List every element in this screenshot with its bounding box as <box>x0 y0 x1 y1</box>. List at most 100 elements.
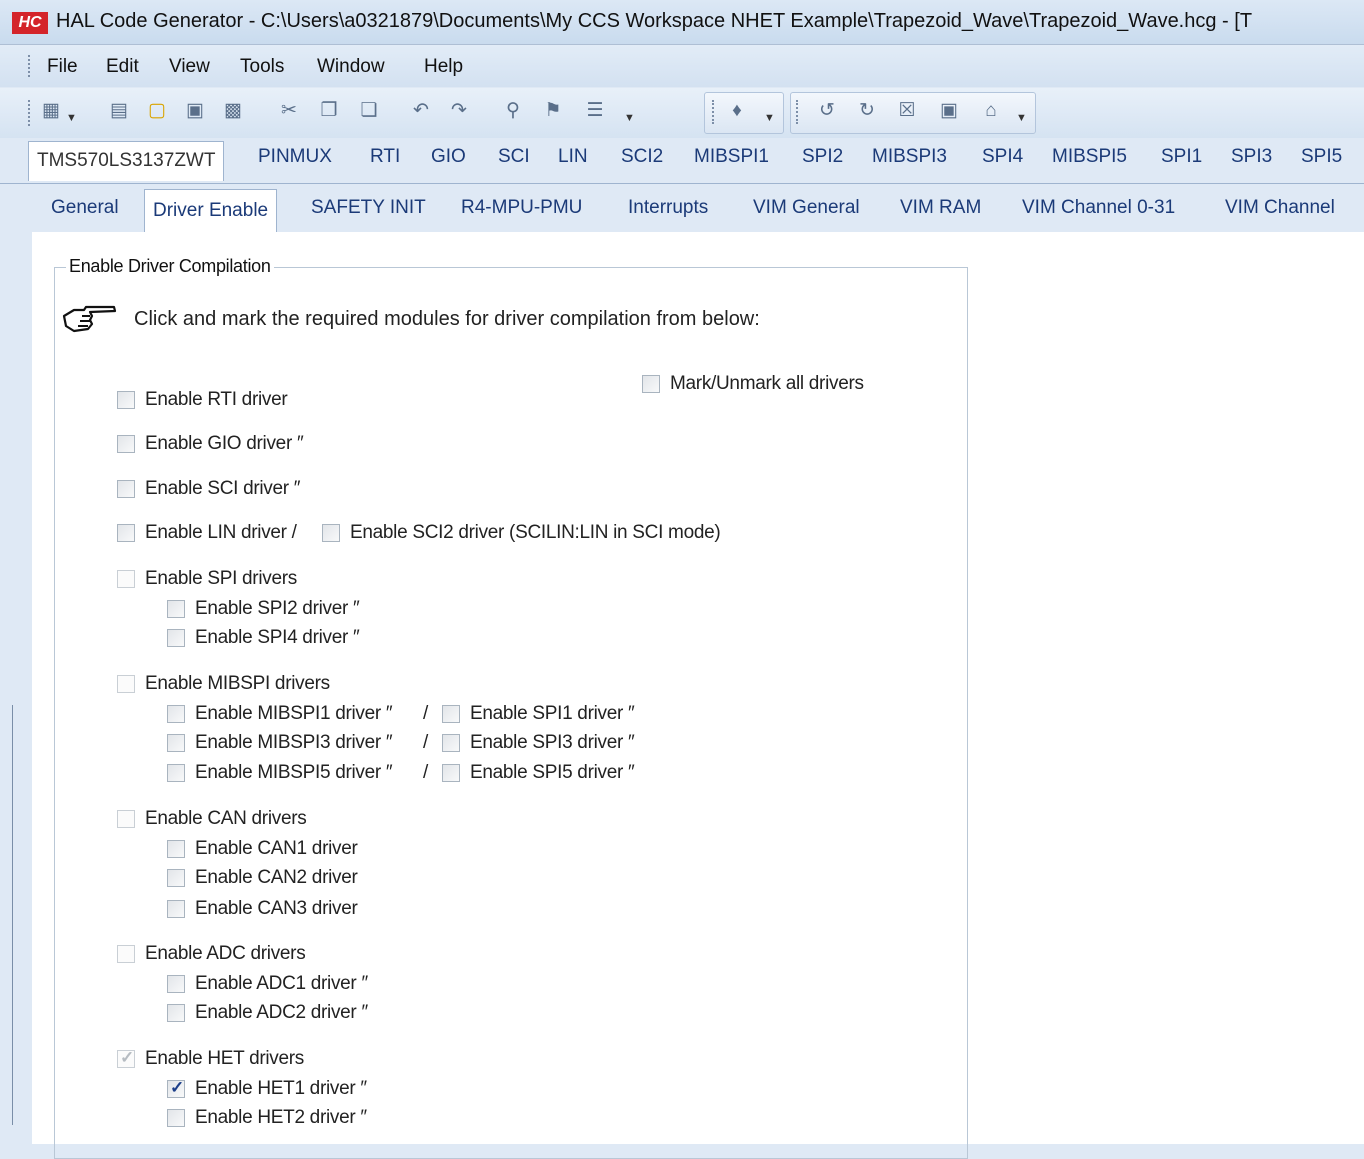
group-legend: Enable Driver Compilation <box>66 256 274 277</box>
lin-checkbox[interactable] <box>117 524 135 542</box>
spi-group-checkbox[interactable] <box>117 570 135 588</box>
het-group-checkbox[interactable] <box>117 1048 135 1068</box>
toolbar-grip-3-icon[interactable] <box>796 100 802 124</box>
mibspi5-checkbox[interactable] <box>167 764 185 782</box>
rail-divider <box>12 705 13 1125</box>
menu-view[interactable]: View <box>169 56 210 78</box>
toolbar-dropdown-3-icon[interactable]: ▼ <box>1016 112 1027 124</box>
undo-icon[interactable]: ↶ <box>410 100 432 122</box>
tab-driver-enable[interactable]: Driver Enable <box>144 189 278 233</box>
can1-checkbox[interactable] <box>167 840 185 858</box>
menu-tools[interactable]: Tools <box>240 56 284 78</box>
close-doc-icon[interactable]: ☒ <box>896 100 918 122</box>
het1-checkbox[interactable] <box>167 1078 185 1098</box>
lin-label: Enable LIN driver / <box>145 522 297 543</box>
adc1-checkbox[interactable] <box>167 975 185 993</box>
tab-vim-channel[interactable]: VIM Channel <box>1225 197 1335 219</box>
spi4-checkbox[interactable] <box>167 629 185 647</box>
menu-grip-icon[interactable] <box>28 55 34 77</box>
menu-window[interactable]: Window <box>317 56 385 78</box>
tab-spi4[interactable]: SPI4 <box>982 146 1023 168</box>
spi2-checkbox[interactable] <box>167 600 185 618</box>
mibspi1-checkbox[interactable] <box>167 705 185 723</box>
tab-tms570ls3137zwt[interactable]: TMS570LS3137ZWT <box>28 141 225 181</box>
tab-sci[interactable]: SCI <box>498 146 530 168</box>
mibspi3-checkbox[interactable] <box>167 734 185 752</box>
het2-checkbox[interactable] <box>167 1109 185 1127</box>
device-tab-strip: TMS570LS3137ZWT PINMUX RTI GIO SCI LIN S… <box>0 138 1364 184</box>
tab-vim-general[interactable]: VIM General <box>753 197 860 219</box>
toolbar-grip-icon[interactable] <box>28 100 34 126</box>
rti-checkbox[interactable] <box>117 391 135 409</box>
refresh-icon[interactable]: ▣ <box>938 100 960 122</box>
new-dropdown-icon[interactable]: ▼ <box>66 112 77 124</box>
copy-icon[interactable]: ❐ <box>318 100 340 122</box>
tab-r4-mpu-pmu[interactable]: R4-MPU-PMU <box>461 197 582 219</box>
gio-checkbox[interactable] <box>117 435 135 453</box>
window-title: HAL Code Generator - C:\Users\a0321879\D… <box>56 10 1253 32</box>
sci2-checkbox[interactable] <box>322 524 340 542</box>
tab-pinmux[interactable]: PINMUX <box>258 146 332 168</box>
rti-label: Enable RTI driver <box>145 389 288 410</box>
instruction-text: Click and mark the required modules for … <box>134 308 760 330</box>
spi-group-label: Enable SPI drivers <box>145 568 297 589</box>
menu-help[interactable]: Help <box>424 56 463 78</box>
find-icon[interactable]: ⚲ <box>502 100 524 122</box>
toolbar-grip-2-icon[interactable] <box>712 100 718 124</box>
tab-spi5[interactable]: SPI5 <box>1301 146 1342 168</box>
tab-vim-ram[interactable]: VIM RAM <box>900 197 981 219</box>
forward-icon[interactable]: ↻ <box>856 100 878 122</box>
spi2-label: Enable SPI2 driver ″ <box>195 598 360 619</box>
spi5-checkbox[interactable] <box>442 764 460 782</box>
can3-label: Enable CAN3 driver <box>195 898 358 919</box>
redo-icon[interactable]: ↷ <box>448 100 470 122</box>
mibspi-group-label: Enable MIBSPI drivers <box>145 673 330 694</box>
properties-icon[interactable]: ☰ <box>584 100 606 122</box>
sci-checkbox[interactable] <box>117 480 135 498</box>
adc1-label: Enable ADC1 driver ″ <box>195 973 368 994</box>
menu-file[interactable]: File <box>47 56 78 78</box>
menu-edit[interactable]: Edit <box>106 56 139 78</box>
can1-label: Enable CAN1 driver <box>195 838 358 859</box>
tab-mibspi1[interactable]: MIBSPI1 <box>694 146 769 168</box>
new-project-icon[interactable]: ▦ <box>40 100 62 122</box>
sub-tab-strip: General Driver Enable SAFETY INIT R4-MPU… <box>32 185 1364 233</box>
toolbar-dropdown-2-icon[interactable]: ▼ <box>764 112 775 124</box>
tab-general[interactable]: General <box>51 197 119 219</box>
new-file-icon[interactable]: ▤ <box>108 100 130 122</box>
can-group-checkbox[interactable] <box>117 810 135 828</box>
home-icon[interactable]: ⌂ <box>980 100 1002 122</box>
tab-gio[interactable]: GIO <box>431 146 466 168</box>
tab-spi1[interactable]: SPI1 <box>1161 146 1202 168</box>
replace-icon[interactable]: ⚑ <box>542 100 564 122</box>
spi1-checkbox[interactable] <box>442 705 460 723</box>
tab-spi3[interactable]: SPI3 <box>1231 146 1272 168</box>
spi4-label: Enable SPI4 driver ″ <box>195 627 360 648</box>
tab-mibspi5[interactable]: MIBSPI5 <box>1052 146 1127 168</box>
mark-all-checkbox[interactable] <box>642 375 660 393</box>
mibspi-group-checkbox[interactable] <box>117 675 135 693</box>
tab-sci2[interactable]: SCI2 <box>621 146 663 168</box>
can3-checkbox[interactable] <box>167 900 185 918</box>
adc-group-checkbox[interactable] <box>117 945 135 963</box>
paste-icon[interactable]: ❏ <box>358 100 380 122</box>
tab-lin[interactable]: LIN <box>558 146 588 168</box>
adc2-checkbox[interactable] <box>167 1004 185 1022</box>
tab-spi2[interactable]: SPI2 <box>802 146 843 168</box>
tab-rti[interactable]: RTI <box>370 146 400 168</box>
left-rail <box>0 185 32 1144</box>
spi3-checkbox[interactable] <box>442 734 460 752</box>
can2-checkbox[interactable] <box>167 869 185 887</box>
tab-safety-init[interactable]: SAFETY INIT <box>311 197 426 219</box>
open-folder-icon[interactable]: ▢ <box>146 100 168 122</box>
spi3-label: Enable SPI3 driver ″ <box>470 732 635 753</box>
save-all-icon[interactable]: ▩ <box>222 100 244 122</box>
toolbar-dropdown-1-icon[interactable]: ▼ <box>624 112 635 124</box>
tab-vim-channel-0-31[interactable]: VIM Channel 0-31 <box>1022 197 1175 219</box>
tab-interrupts[interactable]: Interrupts <box>628 197 708 219</box>
tab-mibspi3[interactable]: MIBSPI3 <box>872 146 947 168</box>
generate-code-icon[interactable]: ♦ <box>726 100 748 122</box>
back-icon[interactable]: ↺ <box>816 100 838 122</box>
cut-icon[interactable]: ✂ <box>278 100 300 122</box>
save-icon[interactable]: ▣ <box>184 100 206 122</box>
